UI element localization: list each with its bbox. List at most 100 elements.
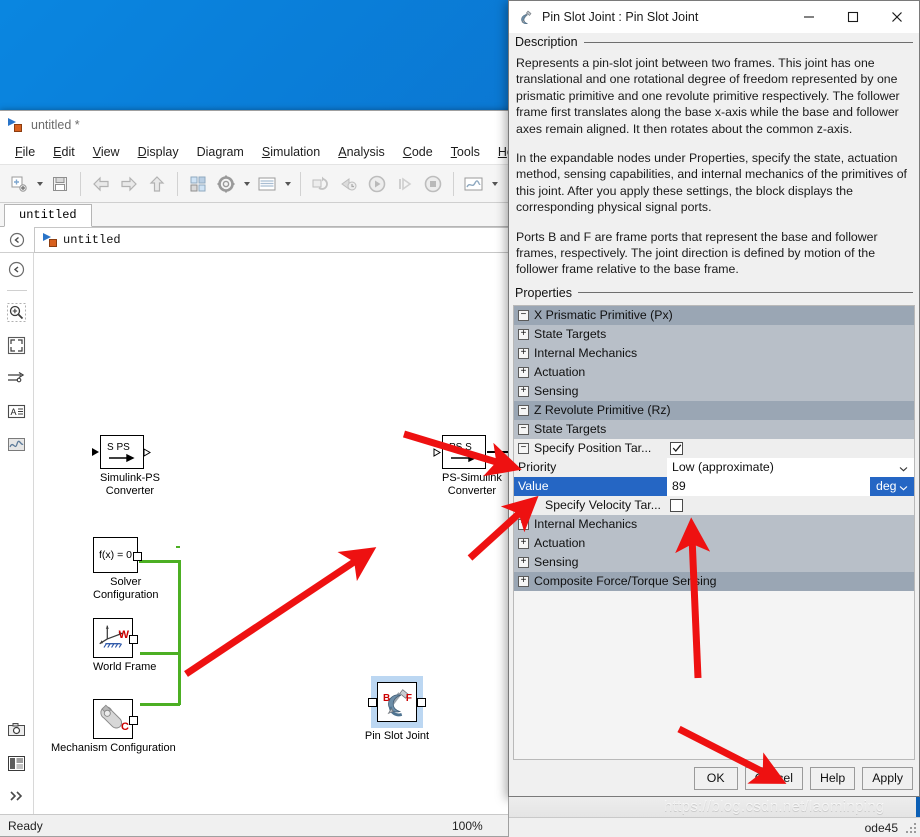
apply-button[interactable]: Apply: [862, 766, 913, 790]
tab-untitled[interactable]: untitled: [4, 204, 92, 227]
expand-expander-icon[interactable]: +: [518, 575, 529, 587]
minimize-icon[interactable]: [787, 2, 831, 33]
stop-icon[interactable]: [420, 171, 446, 197]
save-icon[interactable]: [47, 171, 73, 197]
tree-row-px-actuation[interactable]: + Actuation: [514, 362, 914, 382]
block-world-frame[interactable]: W World Frame: [93, 618, 156, 674]
fast-restart-icon[interactable]: [336, 171, 362, 197]
expand-expander-icon[interactable]: +: [518, 347, 529, 359]
tree-row-rz-actuation[interactable]: + Actuation: [514, 533, 914, 553]
library-browser-icon[interactable]: [185, 171, 211, 197]
maximize-icon[interactable]: [831, 2, 875, 33]
navigate-back-icon[interactable]: [5, 257, 29, 281]
model-explorer-dropdown[interactable]: [282, 171, 293, 197]
block-ps-simulink-converter[interactable]: PS S PS-Simulink Converter: [433, 435, 518, 498]
row-label: Sensing: [534, 555, 579, 570]
fit-to-view-icon[interactable]: [5, 333, 29, 357]
tree-row-rz-sensing[interactable]: + Sensing: [514, 552, 914, 572]
value-input-text: 89: [672, 479, 686, 494]
conserving-port: [129, 635, 138, 644]
menu-display[interactable]: Display: [129, 142, 188, 162]
menu-diagram[interactable]: Diagram: [188, 142, 253, 162]
cancel-button[interactable]: Cancel: [744, 766, 803, 790]
camera-icon[interactable]: [5, 718, 29, 742]
collapse-expander-icon[interactable]: −: [518, 442, 529, 454]
new-model-icon[interactable]: [6, 171, 32, 197]
expand-expander-icon[interactable]: +: [518, 328, 529, 340]
back-icon[interactable]: [88, 171, 114, 197]
port-letter-w: W: [118, 629, 129, 641]
menu-code[interactable]: Code: [394, 142, 442, 162]
tree-row-specify-velocity-target[interactable]: Specify Velocity Tar...: [514, 495, 914, 515]
model-configuration-icon[interactable]: [213, 171, 239, 197]
block-solver-configuration[interactable]: f(x) = 0 Solver Configuration: [93, 537, 158, 602]
simulation-data-inspector-dropdown[interactable]: [489, 171, 500, 197]
back-circle-icon[interactable]: [0, 227, 34, 253]
unit-dropdown[interactable]: deg: [870, 476, 914, 496]
specify-velocity-target-checkbox[interactable]: [670, 498, 683, 512]
simulink-titlebar: untitled *: [0, 111, 518, 139]
forward-icon[interactable]: [116, 171, 142, 197]
pin-slot-joint-dialog: Pin Slot Joint : Pin Slot Joint Descript…: [508, 0, 920, 797]
block-simulink-ps-converter[interactable]: S PS Simulink-PS Converter: [92, 435, 160, 498]
more-chevrons-icon[interactable]: [5, 784, 29, 808]
tree-row-composite-force-torque-sensing[interactable]: + Composite Force/Torque Sensing: [514, 571, 914, 591]
tree-row-priority[interactable]: Priority Low (approximate): [514, 457, 914, 477]
menu-analysis[interactable]: Analysis: [329, 142, 394, 162]
zoom-icon[interactable]: [5, 300, 29, 324]
tree-row-specify-position-target[interactable]: − Specify Position Tar...: [514, 438, 914, 458]
description-group-header: Description: [509, 33, 919, 49]
resize-grip-icon[interactable]: [905, 822, 917, 834]
row-label: Specify Position Tar...: [534, 441, 652, 456]
simulation-data-inspector-icon[interactable]: [461, 171, 487, 197]
tree-row-rz-internal-mechanics[interactable]: + Internal Mechanics: [514, 514, 914, 534]
block-mechanism-configuration[interactable]: C Mechanism Configuration: [51, 699, 176, 755]
tree-row-px-state-targets[interactable]: + State Targets: [514, 324, 914, 344]
signal-routing-icon[interactable]: [5, 366, 29, 390]
new-model-dropdown[interactable]: [34, 171, 45, 197]
port-letter-f: F: [405, 693, 412, 704]
input-port: [92, 448, 99, 456]
model-configuration-dropdown[interactable]: [241, 171, 252, 197]
value-input[interactable]: 89: [667, 476, 870, 496]
close-icon[interactable]: [875, 2, 919, 33]
expand-expander-icon[interactable]: +: [518, 385, 529, 397]
tree-row-px-sensing[interactable]: + Sensing: [514, 381, 914, 401]
step-forward-icon[interactable]: [392, 171, 418, 197]
block-label: Pin Slot Joint: [364, 730, 430, 742]
layout-icon[interactable]: [5, 751, 29, 775]
menu-simulation[interactable]: Simulation: [253, 142, 329, 162]
breadcrumb-path[interactable]: untitled: [34, 226, 518, 253]
menu-edit[interactable]: Edit: [44, 142, 84, 162]
scope-icon[interactable]: [5, 432, 29, 456]
annotation-icon[interactable]: A: [5, 399, 29, 423]
menu-tools[interactable]: Tools: [442, 142, 489, 162]
expand-expander-icon[interactable]: +: [518, 537, 529, 549]
ok-button[interactable]: OK: [693, 766, 738, 790]
tree-row-z-revolute-primitive[interactable]: − Z Revolute Primitive (Rz): [514, 400, 914, 420]
row-label: State Targets: [534, 422, 607, 437]
help-button[interactable]: Help: [809, 766, 856, 790]
properties-tree[interactable]: − X Prismatic Primitive (Px) + State Tar…: [513, 304, 915, 760]
specify-position-target-checkbox[interactable]: [670, 441, 683, 455]
menu-file[interactable]: File: [6, 142, 44, 162]
update-model-icon[interactable]: [308, 171, 334, 197]
expand-expander-icon[interactable]: +: [518, 556, 529, 568]
tree-row-x-prismatic-primitive[interactable]: − X Prismatic Primitive (Px): [514, 305, 914, 325]
tree-row-px-internal-mechanics[interactable]: + Internal Mechanics: [514, 343, 914, 363]
model-explorer-icon[interactable]: [254, 171, 280, 197]
collapse-expander-icon[interactable]: −: [518, 423, 529, 435]
model-canvas[interactable]: S PS Simulink-PS Converter PS S PS-Simul…: [34, 253, 518, 814]
collapse-expander-icon[interactable]: −: [518, 404, 529, 416]
expand-expander-icon[interactable]: +: [518, 518, 529, 530]
menu-view[interactable]: View: [84, 142, 129, 162]
up-icon[interactable]: [144, 171, 170, 197]
run-icon[interactable]: [364, 171, 390, 197]
dialog-titlebar[interactable]: Pin Slot Joint : Pin Slot Joint: [509, 1, 919, 33]
tree-row-value[interactable]: Value 89 deg: [514, 476, 914, 496]
tree-row-rz-state-targets[interactable]: − State Targets: [514, 419, 914, 439]
block-pin-slot-joint[interactable]: B F Pin Slot Joint: [365, 676, 439, 743]
priority-dropdown[interactable]: Low (approximate): [667, 457, 914, 477]
collapse-expander-icon[interactable]: −: [518, 309, 529, 321]
expand-expander-icon[interactable]: +: [518, 366, 529, 378]
